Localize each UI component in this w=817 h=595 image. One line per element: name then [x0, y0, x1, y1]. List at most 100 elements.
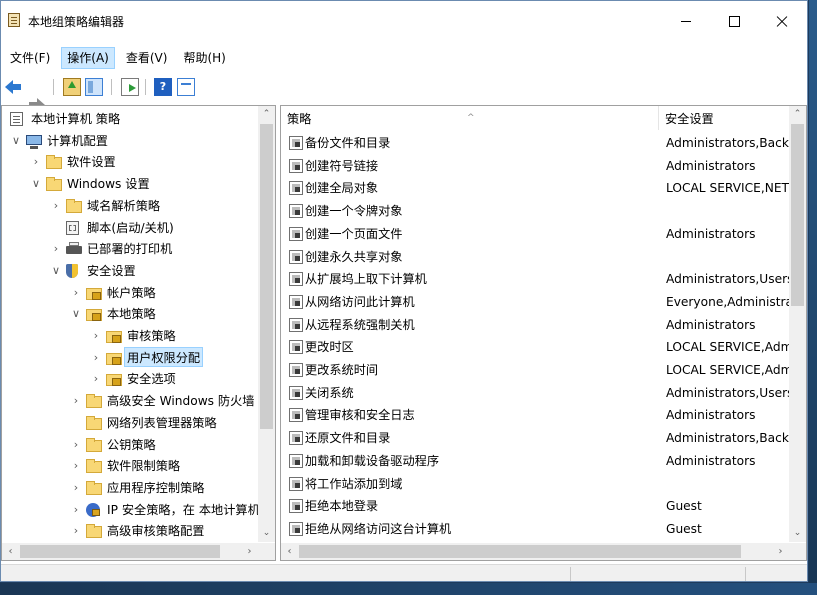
- expand-chevron-icon[interactable]: ›: [50, 238, 62, 260]
- policy-row[interactable]: 备份文件和目录 Administrators,Backup Operators: [281, 132, 792, 155]
- list-scroll-right-icon[interactable]: ›: [772, 543, 789, 560]
- back-arrow-icon[interactable]: [5, 78, 23, 96]
- tree-item[interactable]: 脚本(启动/关机): [2, 217, 258, 239]
- policy-row[interactable]: 拒绝本地登录 Guest: [281, 495, 791, 518]
- expand-chevron-icon[interactable]: ›: [70, 455, 82, 477]
- collapse-chevron-icon[interactable]: ∨: [10, 130, 22, 152]
- policy-name: 更改系统时间: [305, 363, 379, 377]
- properties-icon[interactable]: [177, 78, 195, 96]
- policy-row[interactable]: 更改系统时间 LOCAL SERVICE,Administrators: [281, 359, 792, 382]
- policy-row[interactable]: 从扩展坞上取下计算机 Administrators,Users: [281, 268, 792, 291]
- expand-chevron-icon[interactable]: ›: [70, 434, 82, 456]
- tree-scroll-thumb[interactable]: [260, 124, 273, 429]
- policy-row[interactable]: 创建一个页面文件 Administrators: [281, 223, 791, 246]
- list-scroll-up-icon[interactable]: ⌃: [789, 106, 806, 123]
- maximize-button[interactable]: [711, 1, 757, 41]
- policy-row[interactable]: 拒绝从网络访问这台计算机 Guest: [281, 518, 791, 541]
- policy-row[interactable]: 创建全局对象 LOCAL SERVICE,NETWORK SERVICE: [281, 177, 792, 200]
- tree-item-label: 高级审核策略配置: [107, 524, 205, 539]
- menu-item[interactable]: 帮助(H): [178, 47, 230, 69]
- expand-chevron-icon[interactable]: ›: [90, 347, 102, 369]
- policy-name: 将工作站添加到域: [305, 476, 403, 491]
- policy-row[interactable]: 管理审核和安全日志 Administrators: [281, 404, 791, 427]
- policy-row[interactable]: 将工作站添加到域: [281, 473, 791, 496]
- policy-row[interactable]: 从网络访问此计算机 Everyone,Administrators: [281, 291, 792, 314]
- column-header-security-setting[interactable]: 安全设置: [659, 106, 799, 130]
- tree-item[interactable]: ∨ Windows 设置: [2, 173, 258, 195]
- list-horizontal-scrollbar[interactable]: ‹ ›: [281, 543, 789, 560]
- tree-item[interactable]: 本地计算机 策略: [2, 108, 258, 130]
- tree-item[interactable]: › 软件设置: [2, 151, 258, 173]
- tree-hscroll-thumb[interactable]: [20, 545, 220, 558]
- tree-item[interactable]: › 安全选项: [2, 368, 258, 390]
- policy-row[interactable]: 创建永久共享对象: [281, 246, 791, 269]
- tree-item[interactable]: › 高级审核策略配置: [2, 520, 258, 542]
- tree-item-label: 安全选项: [127, 372, 176, 387]
- collapse-chevron-icon[interactable]: ∨: [70, 303, 82, 325]
- expand-chevron-icon[interactable]: ›: [90, 325, 102, 347]
- help-icon[interactable]: ?: [154, 78, 172, 96]
- list-scroll-left-icon[interactable]: ‹: [281, 543, 298, 560]
- tree-item[interactable]: › 域名解析策略: [2, 195, 258, 217]
- policy-row[interactable]: 还原文件和目录 Administrators,Backup Operators: [281, 427, 792, 450]
- expand-chevron-icon[interactable]: ›: [90, 368, 102, 390]
- menu-item[interactable]: 文件(F): [5, 47, 55, 69]
- tree-item[interactable]: › 已部署的打印机: [2, 238, 258, 260]
- policy-row[interactable]: 创建符号链接 Administrators: [281, 155, 791, 178]
- computer-icon: [26, 134, 42, 149]
- tree-item[interactable]: › 帐户策略: [2, 282, 258, 304]
- expand-chevron-icon[interactable]: ›: [70, 282, 82, 304]
- tree-item[interactable]: › 公钥策略: [2, 434, 258, 456]
- tree-item[interactable]: 网络列表管理器策略: [2, 412, 258, 434]
- tree-item[interactable]: ∨ 计算机配置: [2, 130, 258, 152]
- expand-chevron-icon[interactable]: ›: [50, 195, 62, 217]
- tree-item[interactable]: › 应用程序控制策略: [2, 477, 258, 499]
- expand-chevron-icon[interactable]: ›: [70, 499, 82, 521]
- tree-item[interactable]: › IP 安全策略，在 本地计算机: [2, 499, 260, 521]
- policy-name: 创建一个页面文件: [305, 226, 403, 241]
- collapse-chevron-icon[interactable]: ∨: [50, 260, 62, 282]
- tree-scroll-right-icon[interactable]: ›: [241, 543, 258, 560]
- tree-horizontal-scrollbar[interactable]: ‹ ›: [2, 543, 258, 560]
- expand-chevron-icon[interactable]: ›: [70, 520, 82, 542]
- tree-item[interactable]: ∨ 安全设置: [2, 260, 258, 282]
- list-vertical-scrollbar[interactable]: ⌃ ⌄: [789, 106, 806, 542]
- close-button[interactable]: [759, 1, 805, 41]
- expand-chevron-icon[interactable]: ›: [30, 151, 42, 173]
- tree-item-label: 计算机配置: [47, 133, 108, 148]
- gpedit-app-icon[interactable]: [8, 13, 20, 27]
- tree-item[interactable]: › 审核策略: [2, 325, 258, 347]
- menu-item[interactable]: 操作(A): [61, 47, 115, 69]
- menu-item[interactable]: 查看(V): [121, 47, 173, 69]
- policy-setting-icon: [289, 385, 303, 400]
- policy-row[interactable]: 创建一个令牌对象: [281, 200, 791, 223]
- policy-row[interactable]: 更改时区 LOCAL SERVICE,Administrators: [281, 336, 792, 359]
- policy-name: 创建符号链接: [305, 158, 379, 173]
- tree-item[interactable]: › 软件限制策略: [2, 455, 258, 477]
- show-hide-tree-icon[interactable]: [85, 78, 103, 96]
- expand-chevron-icon[interactable]: ›: [70, 477, 82, 499]
- expand-chevron-icon[interactable]: ›: [70, 390, 82, 412]
- list-hscroll-thumb[interactable]: [299, 545, 741, 558]
- tree-item[interactable]: ∨ 本地策略: [2, 303, 258, 325]
- policy-row[interactable]: 从远程系统强制关机 Administrators: [281, 314, 791, 337]
- tree-scroll-down-icon[interactable]: ⌄: [258, 525, 275, 542]
- title-bar[interactable]: 本地组策略编辑器: [1, 1, 807, 41]
- export-list-icon[interactable]: [121, 78, 139, 96]
- policy-list-pane[interactable]: 策略 ^ 安全设置 备份文件和目录 Administrators,Backup O…: [280, 105, 807, 561]
- column-header-policy[interactable]: 策略 ^: [281, 106, 659, 130]
- policy-row[interactable]: 关闭系统 Administrators,Users: [281, 382, 792, 405]
- minimize-icon: [681, 20, 691, 22]
- console-tree-pane[interactable]: 本地计算机 策略 ∨ 计算机配置 › 软件设置 ∨ Windows 设置 › 域名解析策略 脚本(…: [1, 105, 276, 561]
- tree-scroll-up-icon[interactable]: ⌃: [258, 106, 275, 123]
- tree-item[interactable]: › 高级安全 Windows 防火墙: [2, 390, 258, 412]
- minimize-button[interactable]: [663, 1, 709, 41]
- up-folder-icon[interactable]: [63, 78, 81, 96]
- collapse-chevron-icon[interactable]: ∨: [30, 173, 42, 195]
- list-scroll-down-icon[interactable]: ⌄: [789, 525, 806, 542]
- policy-row[interactable]: 加载和卸载设备驱动程序 Administrators: [281, 450, 791, 473]
- tree-scroll-left-icon[interactable]: ‹: [2, 543, 19, 560]
- tree-vertical-scrollbar[interactable]: ⌃ ⌄: [258, 106, 275, 542]
- tree-item[interactable]: › 用户权限分配: [2, 346, 258, 369]
- list-scroll-thumb[interactable]: [791, 124, 804, 306]
